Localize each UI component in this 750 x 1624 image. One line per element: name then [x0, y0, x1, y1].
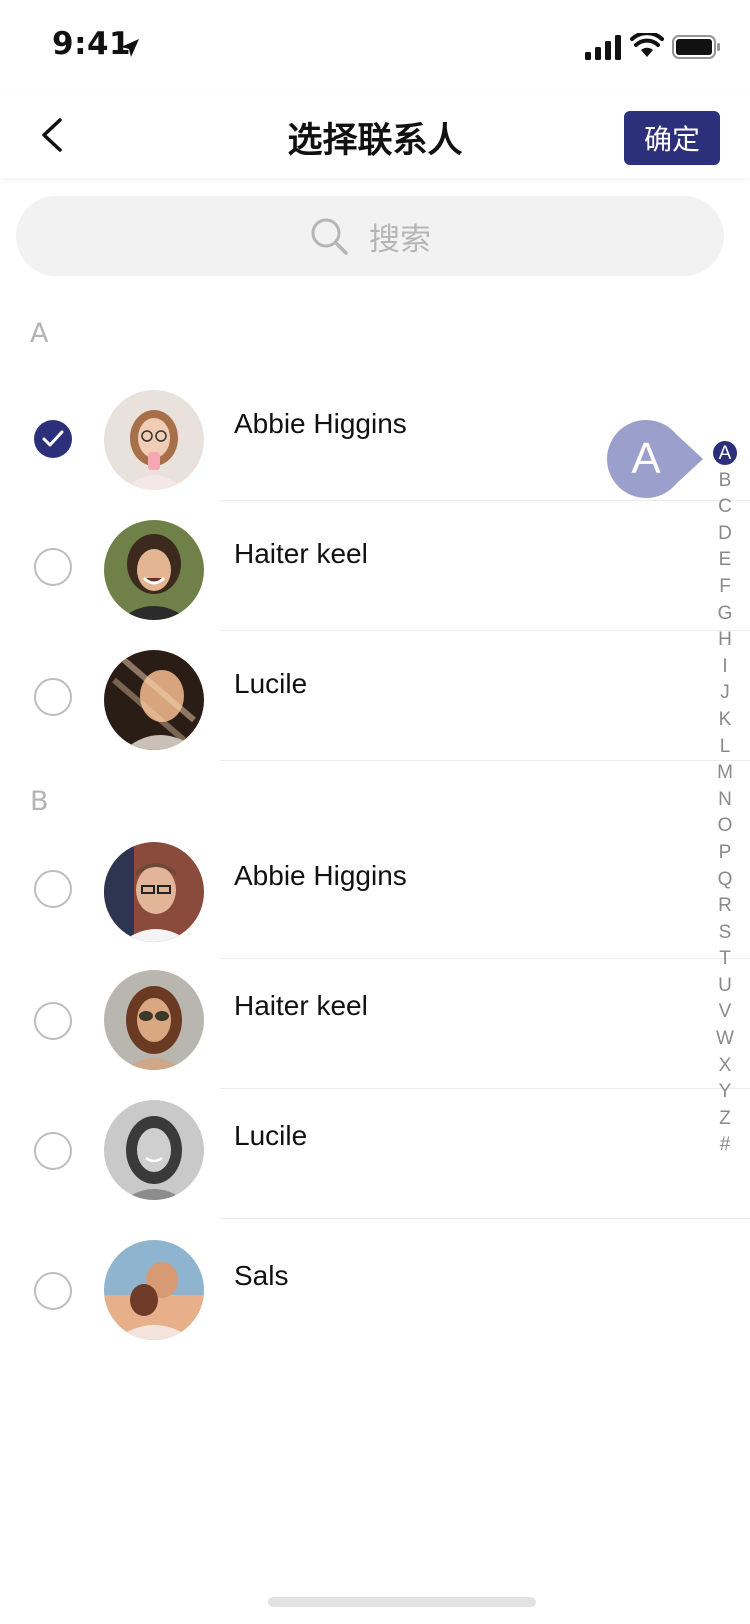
index-letter-j[interactable]: J: [712, 680, 738, 707]
contact-name: Abbie Higgins: [234, 408, 407, 439]
checkbox-unchecked[interactable]: [34, 678, 72, 716]
section-header-a: A: [30, 318, 49, 349]
divider: [220, 500, 750, 501]
checkbox-unchecked[interactable]: [34, 1132, 72, 1170]
index-letter-z[interactable]: Z: [712, 1106, 738, 1133]
index-letter-q[interactable]: Q: [712, 867, 738, 894]
contact-row[interactable]: Abbie Higgins: [0, 826, 700, 954]
avatar: [104, 520, 204, 620]
cellular-signal-icon: [585, 35, 621, 60]
index-letter-s[interactable]: S: [712, 920, 738, 947]
wifi-icon: [630, 33, 664, 57]
search-placeholder: 搜索: [369, 221, 431, 258]
contact-row[interactable]: Sals: [0, 1228, 700, 1356]
contact-name: Sals: [234, 1260, 289, 1291]
index-letter-c[interactable]: C: [712, 494, 738, 521]
index-letter-i[interactable]: I: [712, 654, 738, 681]
nav-bar: 选择联系人 确定: [0, 90, 750, 178]
checkbox-unchecked[interactable]: [34, 1272, 72, 1310]
contact-row[interactable]: Lucile: [0, 634, 700, 762]
index-letter-d[interactable]: D: [712, 521, 738, 548]
index-letter-g[interactable]: G: [712, 601, 738, 628]
checkbox-checked[interactable]: [34, 420, 72, 458]
index-letter-t[interactable]: T: [712, 946, 738, 973]
section-header-b: B: [30, 786, 49, 817]
contact-name: Abbie Higgins: [234, 860, 407, 891]
index-letter-o[interactable]: O: [712, 813, 738, 840]
index-letter-v[interactable]: V: [712, 999, 738, 1026]
contact-row[interactable]: Haiter keel: [0, 958, 700, 1086]
home-indicator: [268, 1597, 536, 1607]
avatar: [104, 650, 204, 750]
contact-row[interactable]: Lucile: [0, 1088, 700, 1216]
contact-name: Haiter keel: [234, 990, 368, 1021]
checkmark-icon: [42, 430, 64, 447]
avatar: [104, 970, 204, 1070]
index-letter-w[interactable]: W: [712, 1026, 738, 1053]
index-letter-u[interactable]: U: [712, 973, 738, 1000]
battery-icon: [672, 35, 720, 59]
index-letter-l[interactable]: L: [712, 734, 738, 761]
index-indicator-letter: A: [631, 434, 661, 483]
index-letter-x[interactable]: X: [712, 1053, 738, 1080]
contact-row[interactable]: Haiter keel: [0, 504, 700, 632]
index-letter-n[interactable]: N: [712, 787, 738, 814]
checkbox-unchecked[interactable]: [34, 548, 72, 586]
avatar: [104, 842, 204, 942]
avatar: [104, 1240, 204, 1340]
index-letter-f[interactable]: F: [712, 574, 738, 601]
contact-row[interactable]: Abbie Higgins: [0, 376, 700, 504]
status-bar: 9:41: [0, 0, 750, 90]
confirm-button[interactable]: 确定: [624, 111, 720, 165]
search-icon: [311, 218, 348, 255]
contact-name: Lucile: [234, 668, 308, 699]
index-letter-b[interactable]: B: [712, 468, 738, 495]
checkbox-unchecked[interactable]: [34, 1002, 72, 1040]
avatar: [104, 390, 204, 490]
divider: [220, 760, 750, 761]
index-letter-hash[interactable]: #: [712, 1132, 738, 1159]
contact-name: Haiter keel: [234, 538, 368, 569]
checkbox-unchecked[interactable]: [34, 870, 72, 908]
index-letter-m[interactable]: M: [712, 760, 738, 787]
index-letter-h[interactable]: H: [712, 627, 738, 654]
index-letter-k[interactable]: K: [712, 707, 738, 734]
divider: [220, 1218, 750, 1219]
location-arrow-icon: [121, 39, 139, 57]
avatar: [104, 1100, 204, 1200]
index-letter-a[interactable]: A: [712, 441, 738, 468]
index-letter-e[interactable]: E: [712, 547, 738, 574]
index-letter-r[interactable]: R: [712, 893, 738, 920]
divider: [220, 630, 750, 631]
index-letter-y[interactable]: Y: [712, 1079, 738, 1106]
contact-name: Lucile: [234, 1120, 308, 1151]
alphabet-index-bar[interactable]: A B C D E F G H I J K L M N O P Q R S T U V W X Y Z #: [712, 441, 738, 1159]
search-input[interactable]: 搜索: [16, 196, 724, 276]
index-letter-p[interactable]: P: [712, 840, 738, 867]
